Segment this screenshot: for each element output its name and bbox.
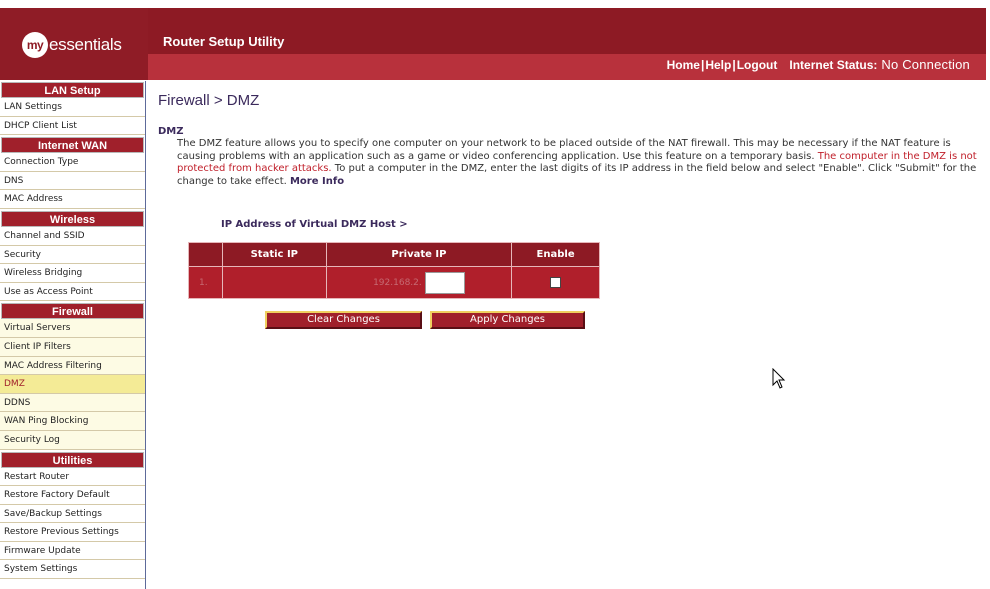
col-header-enable: Enable bbox=[511, 242, 600, 267]
sidebar-item-security-log[interactable]: Security Log bbox=[0, 430, 145, 450]
sidebar-item-wireless-bridging[interactable]: Wireless Bridging bbox=[0, 264, 145, 283]
sidebar-item-client-ip-filters[interactable]: Client IP Filters bbox=[0, 337, 145, 357]
sidebar-item-lan-settings[interactable]: LAN Settings bbox=[0, 98, 145, 117]
table-header-row: Static IP Private IP Enable bbox=[188, 242, 600, 267]
sidebar-item-ddns[interactable]: DDNS bbox=[0, 393, 145, 413]
sidebar-header-internet-wan[interactable]: Internet WAN bbox=[1, 137, 144, 154]
dmz-table: Static IP Private IP Enable 1. 192.168.2… bbox=[188, 242, 600, 299]
home-link[interactable]: Home bbox=[667, 58, 700, 72]
virtual-dmz-host-label: IP Address of Virtual DMZ Host > bbox=[221, 219, 408, 230]
sidebar-header-wireless[interactable]: Wireless bbox=[1, 210, 144, 227]
help-link[interactable]: Help bbox=[705, 58, 731, 72]
col-header-static-ip: Static IP bbox=[221, 242, 327, 267]
row-number: 1. bbox=[188, 266, 223, 299]
sidebar-item-dns[interactable]: DNS bbox=[0, 172, 145, 191]
mouse-pointer-icon bbox=[772, 368, 786, 389]
static-ip-cell bbox=[221, 266, 327, 299]
section-label: DMZ bbox=[158, 126, 184, 137]
sidebar-nav: LAN Setup LAN Settings DHCP Client List … bbox=[0, 81, 146, 589]
main-content: Firewall > DMZ DMZ The DMZ feature allow… bbox=[158, 92, 978, 188]
sidebar-item-virtual-servers[interactable]: Virtual Servers bbox=[0, 319, 145, 338]
logout-link[interactable]: Logout bbox=[737, 58, 778, 72]
private-ip-cell: 192.168.2. bbox=[325, 266, 513, 299]
internet-status-label: Internet Status: bbox=[789, 58, 878, 72]
sidebar-item-system-settings[interactable]: System Settings bbox=[0, 560, 145, 580]
enable-checkbox[interactable] bbox=[550, 277, 562, 288]
table-row: 1. 192.168.2. bbox=[188, 266, 600, 299]
sidebar-item-restore-factory[interactable]: Restore Factory Default bbox=[0, 486, 145, 505]
sidebar-item-mac-address[interactable]: MAC Address bbox=[0, 190, 145, 209]
col-header-private-ip: Private IP bbox=[325, 242, 513, 267]
sidebar-item-wan-ping-blocking[interactable]: WAN Ping Blocking bbox=[0, 412, 145, 431]
sidebar-item-security[interactable]: Security bbox=[0, 246, 145, 265]
sidebar-item-restart-router[interactable]: Restart Router bbox=[0, 468, 145, 487]
logo: my essentials bbox=[22, 32, 122, 58]
more-info-link[interactable]: More Info bbox=[290, 176, 344, 187]
enable-cell bbox=[511, 266, 600, 299]
sidebar-item-connection-type[interactable]: Connection Type bbox=[0, 153, 145, 172]
page-title: Firewall > DMZ bbox=[158, 92, 260, 109]
sidebar-item-mac-filtering[interactable]: MAC Address Filtering bbox=[0, 356, 145, 376]
sidebar-item-restore-previous[interactable]: Restore Previous Settings bbox=[0, 523, 145, 542]
clear-changes-button[interactable]: Clear Changes bbox=[265, 311, 422, 329]
sidebar-item-dhcp-client-list[interactable]: DHCP Client List bbox=[0, 117, 145, 136]
top-links: Home | Help | Logout Internet Status: No… bbox=[667, 57, 970, 72]
sidebar-header-firewall[interactable]: Firewall bbox=[1, 303, 144, 320]
col-header-num bbox=[188, 242, 223, 267]
sidebar-item-firmware-update[interactable]: Firmware Update bbox=[0, 542, 145, 561]
sidebar-header-lan-setup[interactable]: LAN Setup bbox=[1, 82, 144, 98]
logo-my-circle: my bbox=[22, 32, 48, 58]
sidebar-item-channel-ssid[interactable]: Channel and SSID bbox=[0, 227, 145, 246]
header-top-band bbox=[0, 8, 990, 54]
apply-changes-button[interactable]: Apply Changes bbox=[430, 311, 585, 329]
app-title: Router Setup Utility bbox=[163, 34, 285, 49]
window-edge bbox=[986, 8, 990, 589]
sidebar-item-save-backup[interactable]: Save/Backup Settings bbox=[0, 505, 145, 524]
sidebar-header-utilities[interactable]: Utilities bbox=[1, 451, 144, 468]
private-ip-prefix: 192.168.2. bbox=[373, 277, 422, 288]
private-ip-input[interactable] bbox=[424, 271, 465, 294]
logo-text: essentials bbox=[49, 35, 122, 54]
logo-area: my essentials bbox=[0, 8, 148, 80]
sidebar-item-access-point[interactable]: Use as Access Point bbox=[0, 283, 145, 302]
dmz-description: The DMZ feature allows you to specify on… bbox=[177, 138, 977, 188]
link-separator: | bbox=[700, 58, 705, 72]
internet-status-value: No Connection bbox=[881, 57, 970, 72]
sidebar-item-dmz[interactable]: DMZ bbox=[0, 375, 145, 394]
link-separator: | bbox=[732, 58, 736, 72]
